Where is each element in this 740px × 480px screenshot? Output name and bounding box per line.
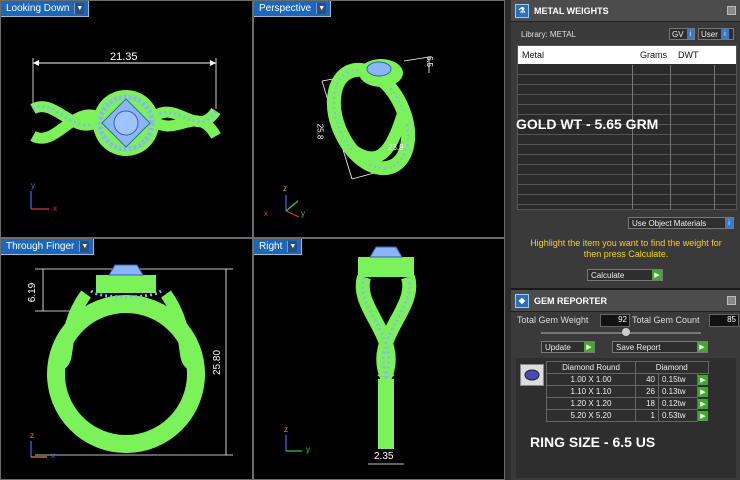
column-dwt: DWT bbox=[678, 50, 699, 60]
header-diamond: Diamond bbox=[635, 361, 709, 374]
play-icon: ▶ bbox=[584, 342, 594, 352]
metal-weights-title: METAL WEIGHTS bbox=[534, 5, 609, 16]
viewport-tab-through-finger[interactable]: Through Finger ▼ bbox=[1, 239, 95, 255]
axis-z-label: z bbox=[30, 431, 34, 440]
row-go-button[interactable]: ▶ bbox=[698, 398, 708, 410]
column-metal: Metal bbox=[522, 50, 545, 60]
instruction-text: Highlight the item you want to find the … bbox=[530, 238, 722, 259]
table-row[interactable]: 1.00 X 1.00 40 0.15tw ▶ bbox=[546, 373, 708, 386]
axis-x-label: x bbox=[53, 204, 57, 213]
total-gem-weight-field[interactable]: 92 bbox=[600, 314, 630, 327]
dimension-label-side: 25.80 bbox=[212, 349, 224, 376]
info-icon: i bbox=[720, 29, 729, 39]
dimension-label-b: 25.8 bbox=[315, 123, 325, 140]
info-icon: i bbox=[725, 218, 733, 228]
play-icon[interactable]: ▶ bbox=[652, 270, 662, 280]
viewport-tab-looking-down[interactable]: Looking Down ▼ bbox=[1, 1, 90, 17]
gem-reporter-header: ◆ GEM REPORTER bbox=[511, 290, 740, 312]
dimension-label-top: 6.19 bbox=[27, 282, 39, 303]
dimension-label-c: 23.9 bbox=[388, 143, 404, 152]
axis-z-label: z bbox=[284, 425, 288, 434]
table-row[interactable]: 5.20 X 5.20 1 0.53tw ▶ bbox=[546, 409, 708, 422]
metal-table-header: Metal Grams DWT bbox=[518, 46, 736, 64]
gem-slider-handle[interactable] bbox=[622, 328, 630, 336]
axis-y-label: y bbox=[306, 445, 310, 454]
header-diamond-round: Diamond Round bbox=[546, 361, 636, 374]
gem-table-area: Diamond Round Diamond 1.00 X 1.00 40 0.1… bbox=[516, 358, 736, 478]
chevron-down-icon[interactable]: ▼ bbox=[79, 241, 90, 252]
total-gem-count-label: Total Gem Count bbox=[632, 315, 700, 325]
gem-reporter-title: GEM REPORTER bbox=[534, 295, 608, 306]
info-icon: i bbox=[686, 29, 694, 39]
update-button[interactable]: Update ▶ bbox=[541, 341, 595, 353]
flask-icon: ⚗ bbox=[515, 3, 529, 18]
viewport-through-finger[interactable]: 6.19 25.80 z x Through Finger ▼ bbox=[0, 238, 253, 480]
row-go-button[interactable]: ▶ bbox=[698, 386, 708, 398]
ring-side-view bbox=[285, 246, 417, 465]
axis-y-label: y bbox=[31, 181, 35, 190]
viewport-tab-label: Looking Down bbox=[6, 3, 70, 14]
viewport-perspective[interactable]: 6.5 25.8 23.9 z y x Perspective ▼ bbox=[253, 0, 505, 238]
gv-button[interactable]: GV i bbox=[669, 28, 695, 40]
gold-weight-overlay: GOLD WT - 5.65 GRM bbox=[516, 116, 659, 132]
total-gem-count-field[interactable]: 85 bbox=[709, 314, 739, 327]
row-go-button[interactable]: ▶ bbox=[698, 374, 708, 386]
play-icon: ▶ bbox=[697, 342, 707, 352]
row-go-button[interactable]: ▶ bbox=[698, 410, 708, 422]
metal-weights-header: ⚗ METAL WEIGHTS bbox=[511, 0, 740, 22]
close-icon[interactable] bbox=[727, 296, 736, 305]
axis-y-label: y bbox=[301, 209, 305, 218]
ring-top-view bbox=[30, 58, 221, 210]
round-diamond-icon bbox=[520, 364, 544, 386]
metal-weights-panel: ⚗ METAL WEIGHTS Library: METAL GV i User… bbox=[511, 0, 740, 288]
metal-table-rows bbox=[518, 65, 736, 209]
axis-x-label: x bbox=[51, 451, 55, 460]
save-report-button[interactable]: Save Report ▶ bbox=[612, 341, 708, 353]
viewport-right[interactable]: 2.35 z y Right ▼ bbox=[253, 238, 505, 480]
table-row[interactable]: 1.20 X 1.20 18 0.12tw ▶ bbox=[546, 397, 708, 410]
library-label: Library: METAL bbox=[521, 30, 576, 39]
gem-slider[interactable] bbox=[541, 332, 701, 334]
dimension-label-bottom: 2.35 bbox=[374, 451, 394, 462]
chevron-down-icon[interactable]: ▼ bbox=[316, 3, 327, 14]
table-row[interactable]: 1.10 X 1.10 26 0.13tw ▶ bbox=[546, 385, 708, 398]
viewport-looking-down[interactable]: 21.35 y x Looking Down ▼ bbox=[0, 0, 253, 238]
gem-icon: ◆ bbox=[515, 293, 529, 308]
axis-x-label: x bbox=[264, 209, 268, 218]
chevron-down-icon[interactable]: ▼ bbox=[287, 241, 298, 252]
viewport-tab-perspective[interactable]: Perspective ▼ bbox=[254, 1, 332, 17]
viewport-tab-label: Right bbox=[259, 241, 283, 252]
gem-reporter-panel: ◆ GEM REPORTER Total Gem Weight 92 Total… bbox=[511, 290, 740, 480]
total-gem-weight-label: Total Gem Weight bbox=[517, 315, 589, 325]
chevron-down-icon[interactable]: ▼ bbox=[74, 3, 85, 14]
column-grams: Grams bbox=[640, 50, 667, 60]
ring-size-overlay: RING SIZE - 6.5 US bbox=[530, 434, 656, 450]
gem-table[interactable]: Diamond Round Diamond 1.00 X 1.00 40 0.1… bbox=[546, 361, 709, 422]
viewport-tab-label: Through Finger bbox=[6, 241, 75, 252]
calculate-select[interactable]: Calculate ▶ bbox=[587, 269, 663, 281]
axis-z-label: z bbox=[283, 184, 287, 193]
viewport-tab-right[interactable]: Right ▼ bbox=[254, 239, 303, 255]
use-object-materials-button[interactable]: Use Object Materials i bbox=[628, 217, 734, 229]
dimension-label-a: 6.5 bbox=[425, 55, 435, 68]
viewport-tab-label: Perspective bbox=[259, 3, 312, 14]
dimension-label: 21.35 bbox=[110, 51, 138, 63]
close-icon[interactable] bbox=[727, 6, 736, 15]
user-button[interactable]: User i bbox=[698, 28, 734, 40]
ring-perspective-view bbox=[285, 56, 430, 218]
